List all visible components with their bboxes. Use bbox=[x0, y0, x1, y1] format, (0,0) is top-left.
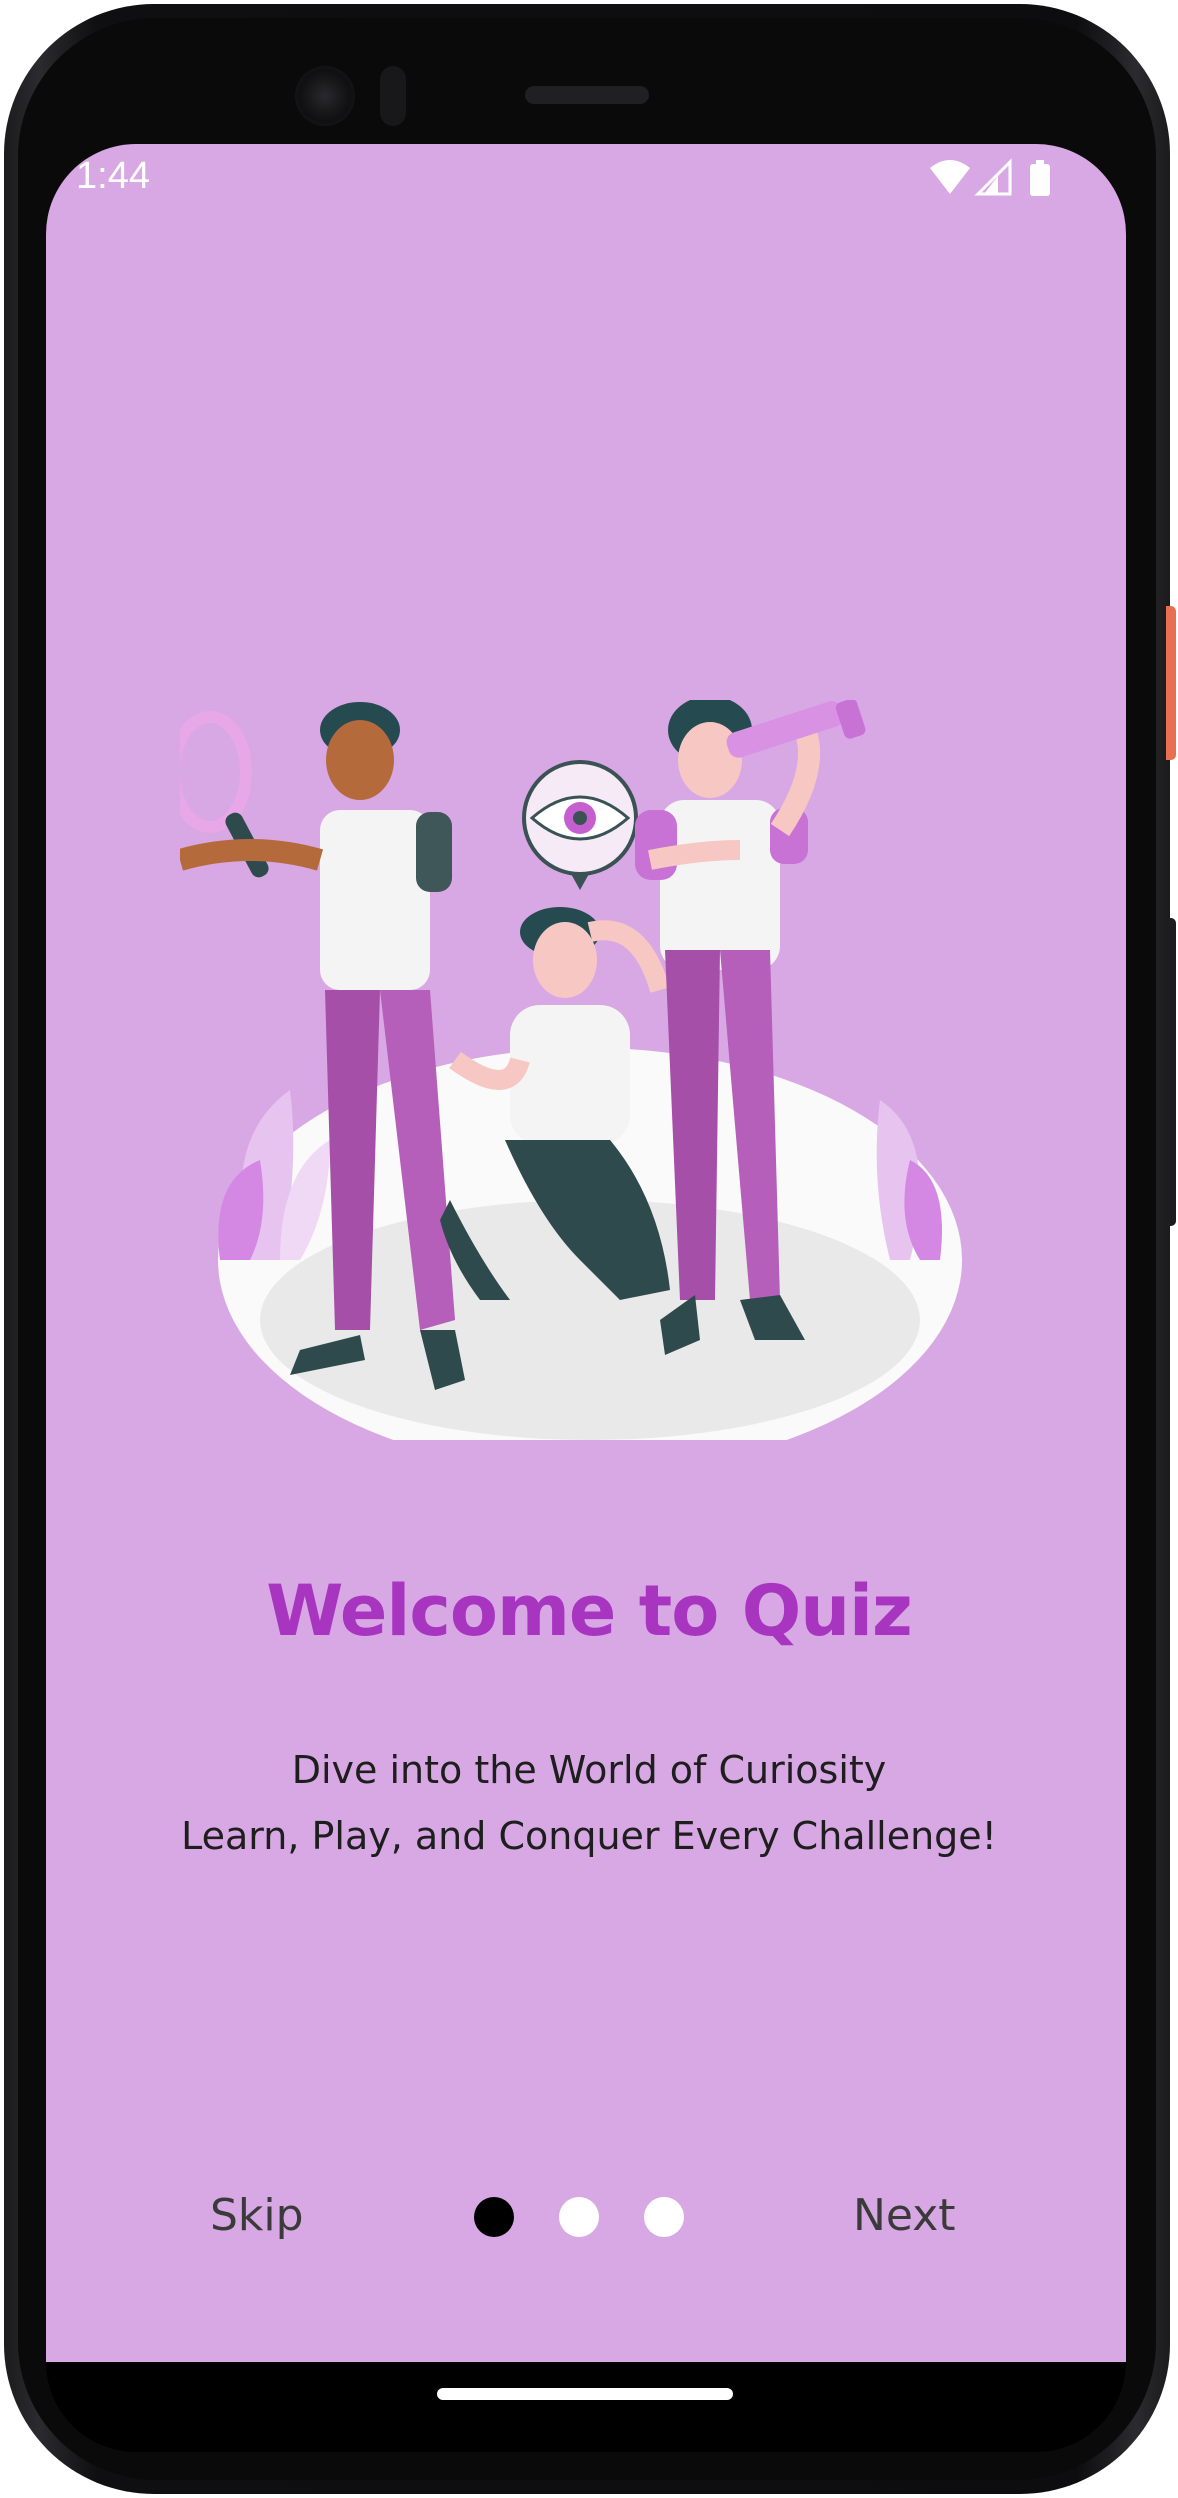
wifi-icon bbox=[930, 160, 970, 194]
page-indicator-dot-2[interactable] bbox=[559, 2197, 599, 2237]
navigation-bar bbox=[46, 2362, 1126, 2452]
proximity-sensor bbox=[380, 66, 406, 126]
subtitle-line-2: Learn, Play, and Conquer Every Challenge… bbox=[181, 1814, 997, 1858]
next-button[interactable]: Next bbox=[853, 2190, 956, 2241]
power-button bbox=[1166, 606, 1176, 760]
status-time: 1:44 bbox=[76, 155, 150, 197]
page-indicator-dot-1[interactable] bbox=[474, 2197, 514, 2237]
people-exploring-illustration bbox=[180, 700, 962, 1440]
page-indicator-dot-3[interactable] bbox=[644, 2197, 684, 2237]
skip-button[interactable]: Skip bbox=[210, 2190, 304, 2241]
earpiece-speaker bbox=[525, 86, 649, 104]
page-title: Welcome to Quiz bbox=[266, 1570, 913, 1652]
subtitle-line-1: Dive into the World of Curiosity bbox=[291, 1748, 887, 1792]
eye-speech-bubble bbox=[522, 760, 638, 890]
volume-button bbox=[1166, 918, 1176, 1226]
battery-icon bbox=[1030, 160, 1050, 196]
cellular-signal-icon bbox=[974, 158, 1012, 196]
home-gesture-bar[interactable] bbox=[437, 2388, 733, 2400]
front-camera bbox=[295, 66, 355, 126]
status-icons bbox=[930, 158, 1050, 196]
